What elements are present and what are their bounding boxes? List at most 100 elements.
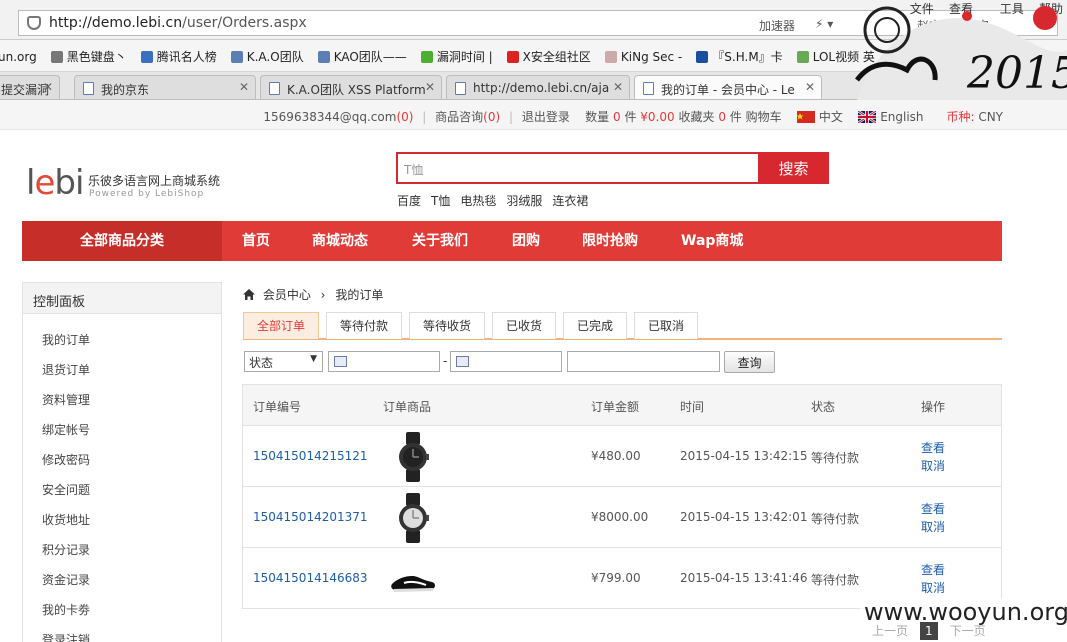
nav-item[interactable]: 限时抢购	[582, 221, 638, 261]
sidebar-item[interactable]: 我的订单	[42, 331, 90, 348]
order-status: 等待付款	[811, 512, 860, 526]
logout-link[interactable]: 退出登录	[522, 110, 570, 124]
end-date-input[interactable]	[450, 351, 562, 372]
browser-tab-label: http://demo.lebi.cn/aja	[473, 81, 610, 95]
sidebar-item[interactable]: 安全问题	[42, 481, 90, 498]
hot-word-link[interactable]: 电热毯	[460, 194, 496, 208]
col-status: 状态	[811, 400, 836, 414]
site-tagline: 乐彼多语言网上商城系统	[88, 174, 221, 188]
order-actions: 查看 取消	[921, 439, 945, 475]
search-input[interactable]: T恤	[396, 152, 758, 184]
sidebar-item[interactable]: 积分记录	[42, 541, 90, 558]
query-button[interactable]: 查询	[724, 351, 775, 373]
cancel-order-link[interactable]: 取消	[921, 457, 945, 475]
bookmark-icon	[506, 51, 519, 63]
search-button[interactable]: 搜索	[758, 152, 829, 184]
nav-item[interactable]: 团购	[512, 221, 540, 261]
order-id-link[interactable]: 150415014201371	[253, 510, 368, 524]
order-id-link[interactable]: 150415014215121	[253, 449, 368, 463]
hot-word-link[interactable]: T恤	[431, 194, 450, 208]
user-email-link[interactable]: 1569638344@qq.com(0)	[263, 110, 413, 124]
order-tab[interactable]: 等待付款	[326, 312, 402, 339]
table-row: 150415014201371 ¥8000.00 2015-04-15 13:42:…	[243, 487, 1001, 548]
browser-tab[interactable]: 我的京东 ✕	[74, 75, 256, 99]
all-categories-button[interactable]: 全部商品分类	[22, 221, 222, 261]
bookmark-item[interactable]: 黑色键盘丶	[50, 48, 127, 65]
close-icon[interactable]: ✕	[239, 80, 249, 94]
product-image[interactable]	[388, 554, 438, 604]
hot-word-link[interactable]: 羽绒服	[506, 194, 542, 208]
close-icon[interactable]: ✕	[43, 80, 53, 94]
table-header: 订单编号 订单商品 订单金额 时间 状态 操作	[243, 385, 1001, 426]
sidebar-item[interactable]: 登录注销	[42, 631, 90, 642]
lang-english[interactable]: English	[858, 110, 924, 124]
bookmark-item[interactable]: un.org	[0, 50, 37, 64]
browser-tab[interactable]: 我的订单 - 会员中心 - Le ✕	[634, 75, 822, 99]
order-tab[interactable]: 已收货	[492, 312, 556, 339]
hot-word-link[interactable]: 百度	[397, 194, 421, 208]
view-order-link[interactable]: 查看	[921, 439, 945, 457]
current-page[interactable]: 1	[919, 622, 938, 640]
bookmark-item[interactable]: KAO团队——	[317, 48, 407, 65]
close-icon[interactable]: ✕	[425, 80, 435, 94]
accelerator-label[interactable]: 加速器	[759, 17, 795, 34]
col-order-product: 订单商品	[383, 400, 432, 414]
orders-table: 订单编号 订单商品 订单金额 时间 状态 操作 150415014215121 ¥…	[242, 384, 1002, 609]
bookmark-item[interactable]: X安全组社区	[506, 48, 591, 65]
sidebar-item[interactable]: 收货地址	[42, 511, 90, 528]
view-order-link[interactable]: 查看	[921, 561, 945, 579]
product-consult-link[interactable]: 商品咨询(0)	[435, 110, 500, 124]
sidebar-title: 控制面板	[23, 283, 221, 314]
nav-item[interactable]: Wap商城	[681, 221, 743, 261]
keyword-input[interactable]	[567, 351, 720, 372]
close-icon[interactable]: ✕	[613, 80, 623, 94]
browser-tab[interactable]: http://demo.lebi.cn/aja ✕	[446, 75, 630, 99]
sidebar-item[interactable]: 修改密码	[42, 451, 90, 468]
browser-tab[interactable]: K.A.O团队 XSS Platform ✕	[260, 75, 442, 99]
start-date-input[interactable]	[328, 351, 440, 372]
order-filter-bar: 状态 ▼ - 查询	[243, 351, 1003, 375]
order-time: 2015-04-15 13:42:01	[680, 510, 808, 524]
order-amount: ¥799.00	[591, 571, 641, 585]
view-order-link[interactable]: 查看	[921, 500, 945, 518]
close-icon[interactable]: ✕	[805, 80, 815, 94]
bookmark-item[interactable]: K.A.O团队	[230, 48, 304, 65]
order-tab[interactable]: 等待收货	[409, 312, 485, 339]
cancel-order-link[interactable]: 取消	[921, 518, 945, 536]
cancel-order-link[interactable]: 取消	[921, 579, 945, 597]
nav-item[interactable]: 首页	[242, 221, 270, 261]
breadcrumb-member-center[interactable]: 会员中心	[263, 288, 311, 302]
shield-icon	[27, 16, 41, 30]
pagination: 上一页 1 下一页	[872, 622, 986, 640]
order-id-link[interactable]: 150415014146683	[253, 571, 368, 585]
bookmark-item[interactable]: 腾讯名人榜	[140, 48, 217, 65]
bookmark-item[interactable]: 『S.H.M』卡	[696, 48, 783, 65]
sidebar-item[interactable]: 我的卡劵	[42, 601, 90, 618]
site-logo[interactable]: lebi	[26, 166, 84, 200]
currency-switch[interactable]: 币种: CNY	[946, 110, 1003, 124]
cart-summary[interactable]: 数量 0 件 ¥0.00 收藏夹 0 件 购物车	[585, 110, 782, 124]
status-select[interactable]: 状态 ▼	[244, 351, 323, 372]
order-tab[interactable]: 全部订单	[243, 312, 319, 339]
order-tab[interactable]: 已取消	[634, 312, 698, 339]
bookmark-item[interactable]: 漏洞时间 |	[420, 48, 493, 65]
sidebar-item[interactable]: 绑定帐号	[42, 421, 90, 438]
svg-text:2015: 2015	[966, 48, 1067, 99]
product-image[interactable]	[388, 432, 438, 482]
bookmark-label: 『S.H.M』卡	[712, 50, 783, 64]
browser-tab[interactable]: 提交漏洞 ✕	[0, 75, 60, 99]
next-page-button[interactable]: 下一页	[950, 624, 986, 638]
nav-item[interactable]: 商城动态	[312, 221, 368, 261]
order-tab[interactable]: 已完成	[563, 312, 627, 339]
bookmark-item[interactable]: KiNg Sec -	[604, 50, 682, 64]
sidebar-item[interactable]: 退货订单	[42, 361, 90, 378]
sidebar-item[interactable]: 资金记录	[42, 571, 90, 588]
order-time: 2015-04-15 13:42:15	[680, 449, 808, 463]
prev-page-button[interactable]: 上一页	[872, 624, 908, 638]
product-image[interactable]	[388, 493, 438, 543]
nav-item[interactable]: 关于我们	[412, 221, 468, 261]
bookmark-icon	[140, 51, 153, 63]
hot-word-link[interactable]: 连衣裙	[552, 194, 588, 208]
sidebar-item[interactable]: 资料管理	[42, 391, 90, 408]
lang-chinese[interactable]: 中文	[796, 110, 843, 124]
